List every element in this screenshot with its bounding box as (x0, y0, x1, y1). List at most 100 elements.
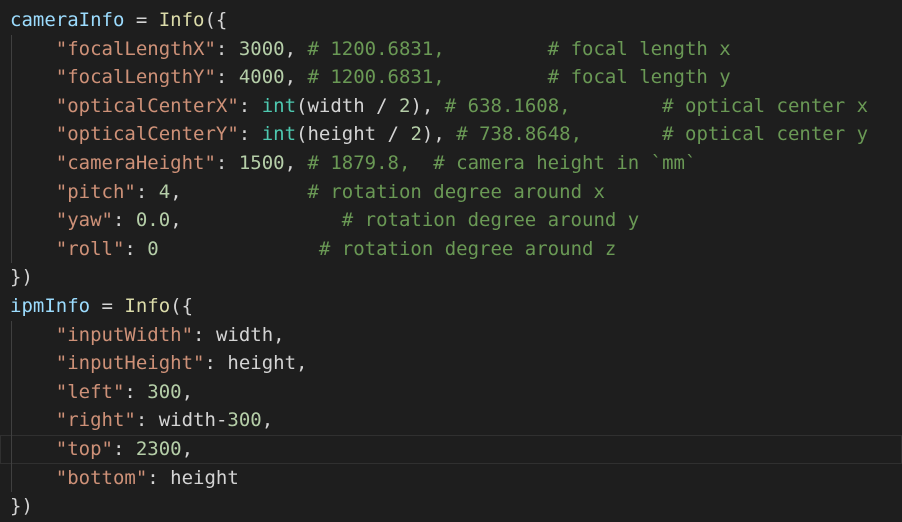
indent-guide (11, 406, 12, 435)
code-comment: # rotation degree around y (341, 209, 640, 232)
number-value: 3000 (238, 37, 285, 60)
code-line[interactable]: "opticalCenterX": int(width / 2), # 638.… (0, 91, 902, 121)
indent-guide (11, 91, 12, 121)
number-value: 2 (399, 94, 411, 117)
number-value: 0.0 (135, 209, 171, 232)
code-comment: # 1200.6831, # focal length y (307, 66, 731, 89)
code-line[interactable]: "pitch": 4, # rotation degree around x (0, 177, 902, 207)
punctuation: , (296, 352, 308, 375)
identifier: width (158, 409, 216, 432)
indent-guide (11, 434, 12, 464)
punctuation: ( (296, 123, 308, 146)
code-line[interactable]: }) (0, 492, 902, 521)
indent-guide (11, 34, 12, 64)
dict-key: "yaw" (55, 209, 113, 232)
code-line[interactable]: "focalLengthX": 3000, # 1200.6831, # foc… (0, 34, 902, 64)
punctuation: ( (296, 94, 308, 117)
operator: / (376, 123, 411, 146)
code-line[interactable]: "cameraHeight": 1500, # 1879.8, # camera… (0, 148, 902, 178)
number-value: 2300 (135, 437, 182, 460)
number-value: 4 (158, 180, 171, 203)
dict-key: "bottom" (55, 466, 148, 489)
punctuation: : (238, 123, 262, 146)
punctuation: : (215, 66, 239, 89)
punctuation: : (124, 380, 148, 403)
punctuation: : (124, 237, 148, 260)
code-line[interactable]: "left": 300, (0, 377, 902, 407)
identifier: height (170, 466, 239, 489)
code-line[interactable]: "inputWidth": width, (0, 320, 902, 350)
code-line[interactable]: "bottom": height (0, 463, 902, 493)
indent-guide (11, 148, 12, 178)
punctuation (159, 238, 319, 260)
indent-guide (11, 349, 12, 378)
punctuation: : (193, 323, 216, 346)
punctuation: }) (10, 495, 33, 518)
dict-key: "cameraHeight" (55, 151, 216, 174)
punctuation: , (284, 37, 308, 60)
function-name: Info (158, 9, 205, 31)
code-comment: # 1200.6831, # focal length x (307, 37, 731, 60)
indent-guide (11, 234, 12, 264)
builtin-function: int (261, 123, 297, 146)
code-line[interactable]: "right": width-300, (0, 406, 902, 435)
punctuation: : (147, 466, 171, 489)
number-value: 1500 (238, 151, 285, 174)
indent-guide (11, 463, 12, 493)
punctuation: , (284, 66, 308, 89)
code-line[interactable]: "inputHeight": height, (0, 349, 902, 378)
punctuation: , (433, 123, 457, 146)
number-value: 2 (410, 123, 422, 146)
indent-guide (11, 120, 12, 149)
dict-key: "right" (55, 409, 136, 432)
code-comment: # rotation degree around z (318, 237, 617, 260)
punctuation: ) (410, 94, 422, 117)
punctuation: , (181, 380, 194, 403)
code-line[interactable]: "focalLengthY": 4000, # 1200.6831, # foc… (0, 63, 902, 92)
code-line[interactable]: "yaw": 0.0, # rotation degree around y (0, 206, 902, 235)
code-comment: # rotation degree around x (307, 180, 605, 203)
number-value: 0 (147, 237, 159, 260)
punctuation: : (215, 37, 239, 60)
dict-key: "focalLengthY" (55, 66, 216, 89)
code-comment: # 638.1608, # optical center x (444, 94, 869, 117)
identifier: width (307, 94, 365, 117)
code-line[interactable]: "roll": 0 # rotation degree around z (0, 234, 902, 264)
dict-key: "roll" (55, 237, 125, 260)
dict-key: "pitch" (55, 180, 136, 203)
variable-name: cameraInfo (10, 9, 125, 31)
number-value: 300 (227, 409, 262, 432)
punctuation: : (204, 352, 228, 375)
variable-name: ipmInfo (10, 294, 91, 317)
dict-key: "left" (55, 380, 125, 403)
code-line-current[interactable]: "top": 2300, (0, 434, 902, 464)
punctuation: ({ (204, 9, 228, 31)
code-line[interactable]: "opticalCenterY": int(height / 2), # 738… (0, 120, 902, 149)
code-line[interactable]: }) (0, 263, 902, 292)
punctuation: , (181, 437, 194, 460)
code-line[interactable]: cameraInfo = Info({ (0, 6, 902, 35)
identifier: height (227, 352, 297, 375)
punctuation: , (273, 323, 285, 346)
dict-key: "opticalCenterX" (55, 94, 239, 117)
code-comment: # 738.8648, # optical center y (456, 123, 869, 146)
number-value: 4000 (238, 66, 285, 89)
identifier: height (307, 123, 377, 146)
code-editor-window: { "theme": { "background": "#1e1e1e", "t… (0, 0, 902, 522)
dict-key: "focalLengthX" (55, 37, 216, 60)
punctuation: , (170, 180, 308, 203)
operator: / (364, 94, 399, 117)
punctuation: , (421, 94, 445, 117)
dict-key: "opticalCenterY" (55, 123, 239, 146)
punctuation: : (135, 180, 159, 203)
indent-guide (11, 377, 12, 407)
indent-guide (11, 177, 12, 207)
operator: = (90, 294, 125, 317)
function-name: Info (124, 294, 171, 317)
code-area[interactable]: cameraInfo = Info({ "focalLengthX": 3000… (0, 6, 902, 521)
indent-guide (11, 63, 12, 92)
punctuation: : (215, 151, 239, 174)
operator: = (124, 9, 159, 31)
code-line[interactable]: ipmInfo = Info({ (0, 292, 902, 321)
punctuation: , (170, 209, 342, 232)
